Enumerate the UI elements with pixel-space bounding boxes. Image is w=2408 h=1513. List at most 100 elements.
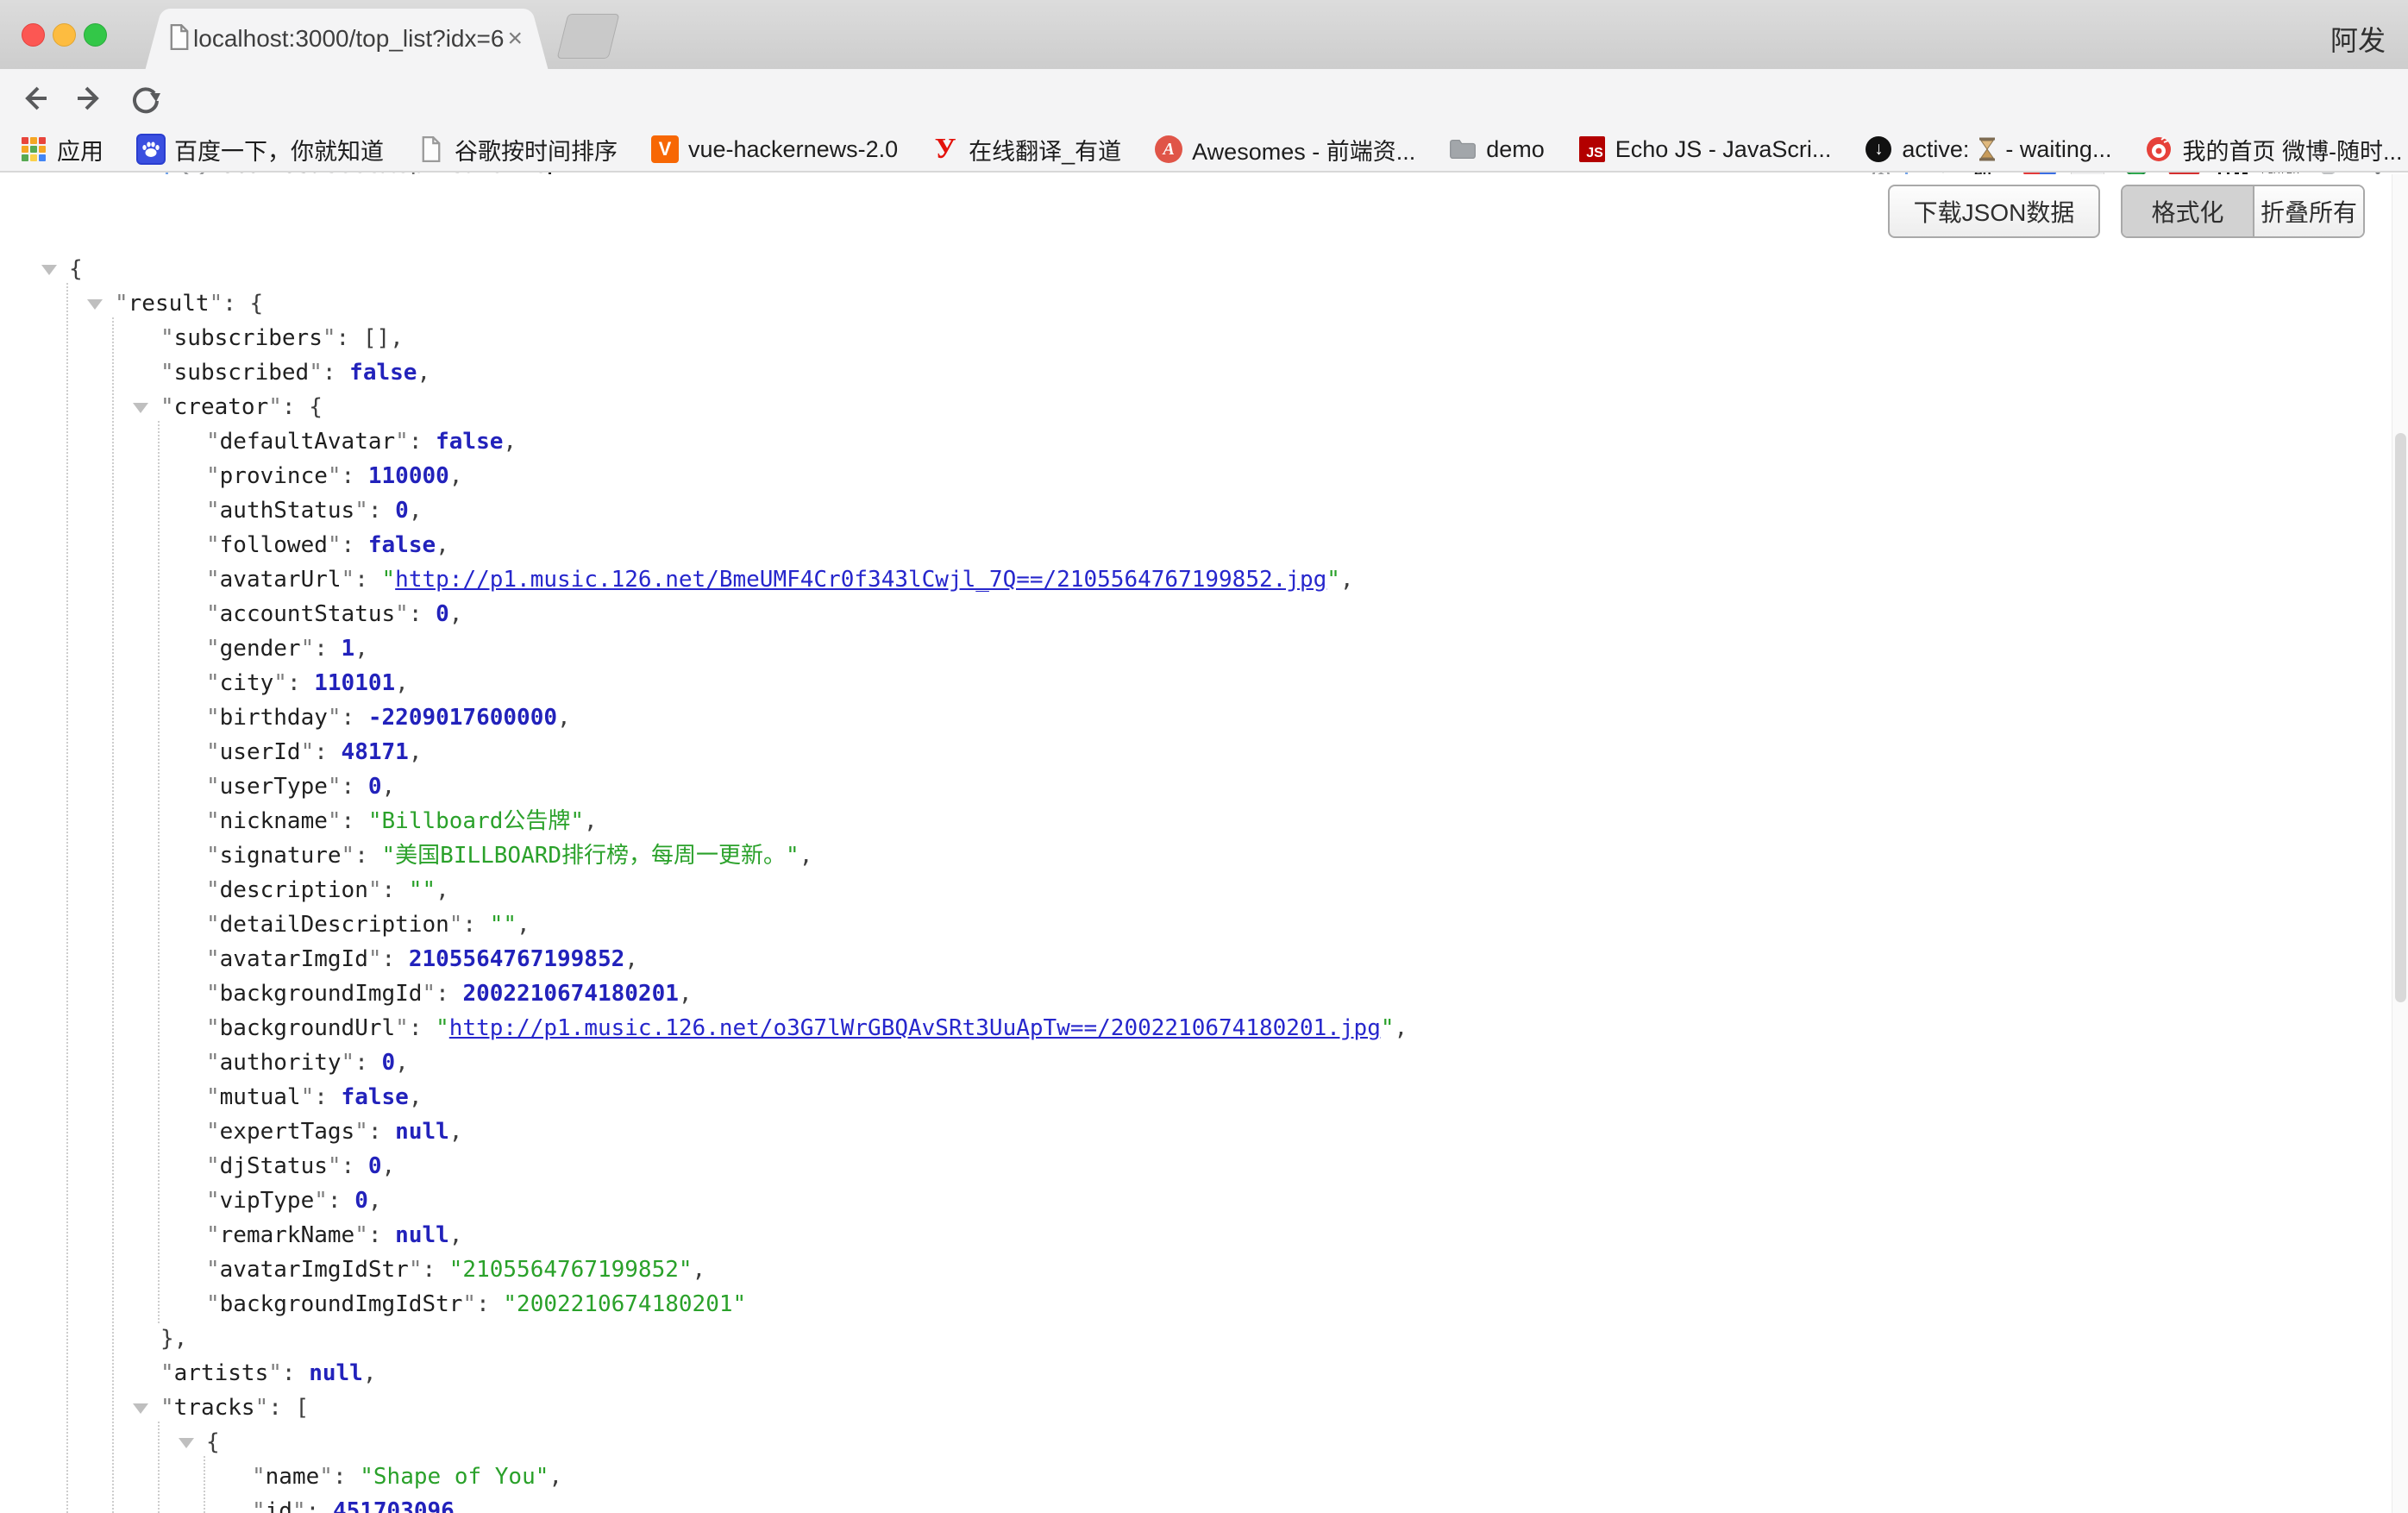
bookmark-item[interactable]: 谷歌按时间排序: [417, 133, 618, 166]
json-string-value: "": [409, 877, 436, 903]
json-bracket: {: [206, 1429, 220, 1455]
youdao-icon: У: [931, 135, 960, 164]
json-value: false: [368, 532, 436, 558]
json-string-value: "2105564767199852": [449, 1257, 693, 1283]
json-line: "backgroundUrl": "http://p1.music.126.ne…: [0, 1011, 2387, 1045]
json-key: accountStatus: [220, 601, 396, 627]
hourglass-icon: [1978, 137, 1997, 161]
json-line: "expertTags": null,: [0, 1114, 2387, 1149]
json-key: signature: [220, 843, 342, 869]
bookmark-label: vue-hackernews-2.0: [688, 136, 898, 163]
forward-button[interactable]: [71, 79, 109, 117]
folder-icon: [1448, 135, 1477, 164]
collapse-toggle-icon[interactable]: [179, 1438, 194, 1448]
bookmark-items: 应用百度一下，你就知道 谷歌按时间排序 Vvue-hackernews-2.0 У 在线…: [19, 133, 2408, 166]
bookmark-item[interactable]: demo: [1448, 135, 1545, 164]
view-mode-segmented-control: 格式化 折叠所有: [2121, 185, 2365, 238]
json-key: avatarImgId: [220, 946, 368, 972]
bookmark-item[interactable]: AAwesomes - 前端资...: [1154, 133, 1415, 166]
bookmark-item[interactable]: ↓active:- waiting...: [1864, 135, 2111, 164]
json-key: followed: [220, 532, 328, 558]
collapse-all-button[interactable]: 折叠所有: [2254, 186, 2363, 236]
json-key: authority: [220, 1050, 342, 1076]
json-line: "nickname": "Billboard公告牌",: [0, 804, 2387, 838]
json-url-link[interactable]: http://p1.music.126.net/BmeUMF4Cr0f343lC…: [395, 567, 1326, 593]
bookmark-label: Awesomes - 前端资...: [1192, 133, 1415, 166]
bookmark-label: 谷歌按时间排序: [455, 133, 618, 166]
json-url-link[interactable]: http://p1.music.126.net/o3G7lWrGBQAvSRt3…: [449, 1015, 1381, 1041]
bookmark-item[interactable]: 我的首页 微博-随时...: [2144, 133, 2402, 166]
bookmark-label: 应用: [57, 133, 103, 166]
browser-toolbar: localhost:3000/top_list?idx=6 英en⇄FET▶▶⛉…: [0, 69, 2408, 128]
scrollbar-thumb[interactable]: [2395, 433, 2406, 1002]
minimize-window-button[interactable]: [53, 23, 76, 47]
tab-close-icon[interactable]: ×: [507, 26, 523, 52]
download-json-button[interactable]: 下载JSON数据: [1888, 185, 2100, 238]
zoom-window-button[interactable]: [84, 23, 107, 47]
json-value: 2002210674180201: [462, 981, 678, 1007]
json-key: name: [266, 1464, 320, 1490]
collapse-toggle-icon[interactable]: [87, 299, 103, 310]
json-value: 0: [354, 1188, 368, 1214]
collapse-toggle-icon[interactable]: [133, 1403, 148, 1414]
json-value: 1: [342, 636, 355, 662]
baidu-paw-icon: [136, 135, 166, 164]
json-key: expertTags: [220, 1119, 355, 1145]
json-value: 0: [382, 1050, 396, 1076]
json-line: "userId": 48171,: [0, 735, 2387, 769]
json-value: -2209017600000: [368, 705, 557, 731]
json-line: "tracks": [: [0, 1391, 2387, 1425]
json-line: "authority": 0,: [0, 1045, 2387, 1080]
bookmark-item[interactable]: JSEcho JS - JavaScri...: [1577, 135, 1832, 164]
browser-tab[interactable]: localhost:3000/top_list?idx=6 ×: [166, 9, 528, 69]
json-line: "gender": 1,: [0, 631, 2387, 666]
json-line: "creator": {: [0, 390, 2387, 424]
json-key: subscribers: [174, 325, 323, 351]
json-line: "description": "",: [0, 873, 2387, 907]
json-line: "djStatus": 0,: [0, 1149, 2387, 1183]
json-line: "subscribed": false,: [0, 355, 2387, 390]
bookmark-item[interactable]: 应用: [19, 133, 103, 166]
json-line: "province": 110000,: [0, 459, 2387, 493]
json-line: "subscribers": [],: [0, 321, 2387, 355]
bookmark-item[interactable]: У 在线翻译_有道: [931, 133, 1121, 166]
reload-button[interactable]: [126, 79, 164, 117]
apps-grid-icon: [19, 135, 48, 164]
json-value: 451703096: [333, 1498, 455, 1513]
json-line: "id": 451703096,: [0, 1494, 2387, 1513]
json-value: 48171: [342, 739, 409, 765]
new-tab-button[interactable]: [557, 14, 620, 59]
collapse-toggle-icon[interactable]: [41, 265, 57, 275]
back-button[interactable]: [16, 79, 53, 117]
profile-name[interactable]: 阿发: [2330, 19, 2386, 59]
json-bracket: {: [250, 291, 264, 317]
json-key: djStatus: [220, 1153, 328, 1179]
json-line: "result": {: [0, 286, 2387, 321]
active-down-icon: ↓: [1864, 135, 1893, 164]
json-line: "mutual": false,: [0, 1080, 2387, 1114]
close-window-button[interactable]: [22, 23, 45, 47]
collapse-toggle-icon[interactable]: [133, 403, 148, 413]
json-line: {: [0, 252, 2387, 286]
json-tree: {"result": {"subscribers": [],"subscribe…: [0, 252, 2387, 1513]
json-line: "backgroundImgId": 2002210674180201,: [0, 976, 2387, 1011]
json-line: "remarkName": null,: [0, 1218, 2387, 1252]
json-bracket: {: [309, 394, 323, 420]
json-value: 0: [368, 774, 382, 800]
json-line: {: [0, 1425, 2387, 1460]
bookmark-item[interactable]: 百度一下，你就知道: [136, 133, 384, 166]
json-key: subscribed: [174, 360, 310, 386]
json-string-value: "2002210674180201": [503, 1291, 746, 1317]
format-button[interactable]: 格式化: [2123, 186, 2254, 236]
scrollbar-track[interactable]: [2392, 174, 2408, 1513]
json-value: 0: [395, 498, 409, 524]
json-key: backgroundUrl: [220, 1015, 396, 1041]
json-line: "avatarImgIdStr": "2105564767199852",: [0, 1252, 2387, 1287]
json-line: "detailDescription": "",: [0, 907, 2387, 942]
bookmark-item[interactable]: Vvue-hackernews-2.0: [650, 135, 898, 164]
browser-window: localhost:3000/top_list?idx=6 × 阿发 local…: [0, 0, 2408, 1513]
json-string-value: "美国BILLBOARD排行榜，每周一更新。": [382, 843, 800, 869]
json-line: "signature": "美国BILLBOARD排行榜，每周一更新。",: [0, 838, 2387, 873]
bookmark-label: 在线翻译_有道: [969, 133, 1121, 166]
json-key: creator: [174, 394, 269, 420]
